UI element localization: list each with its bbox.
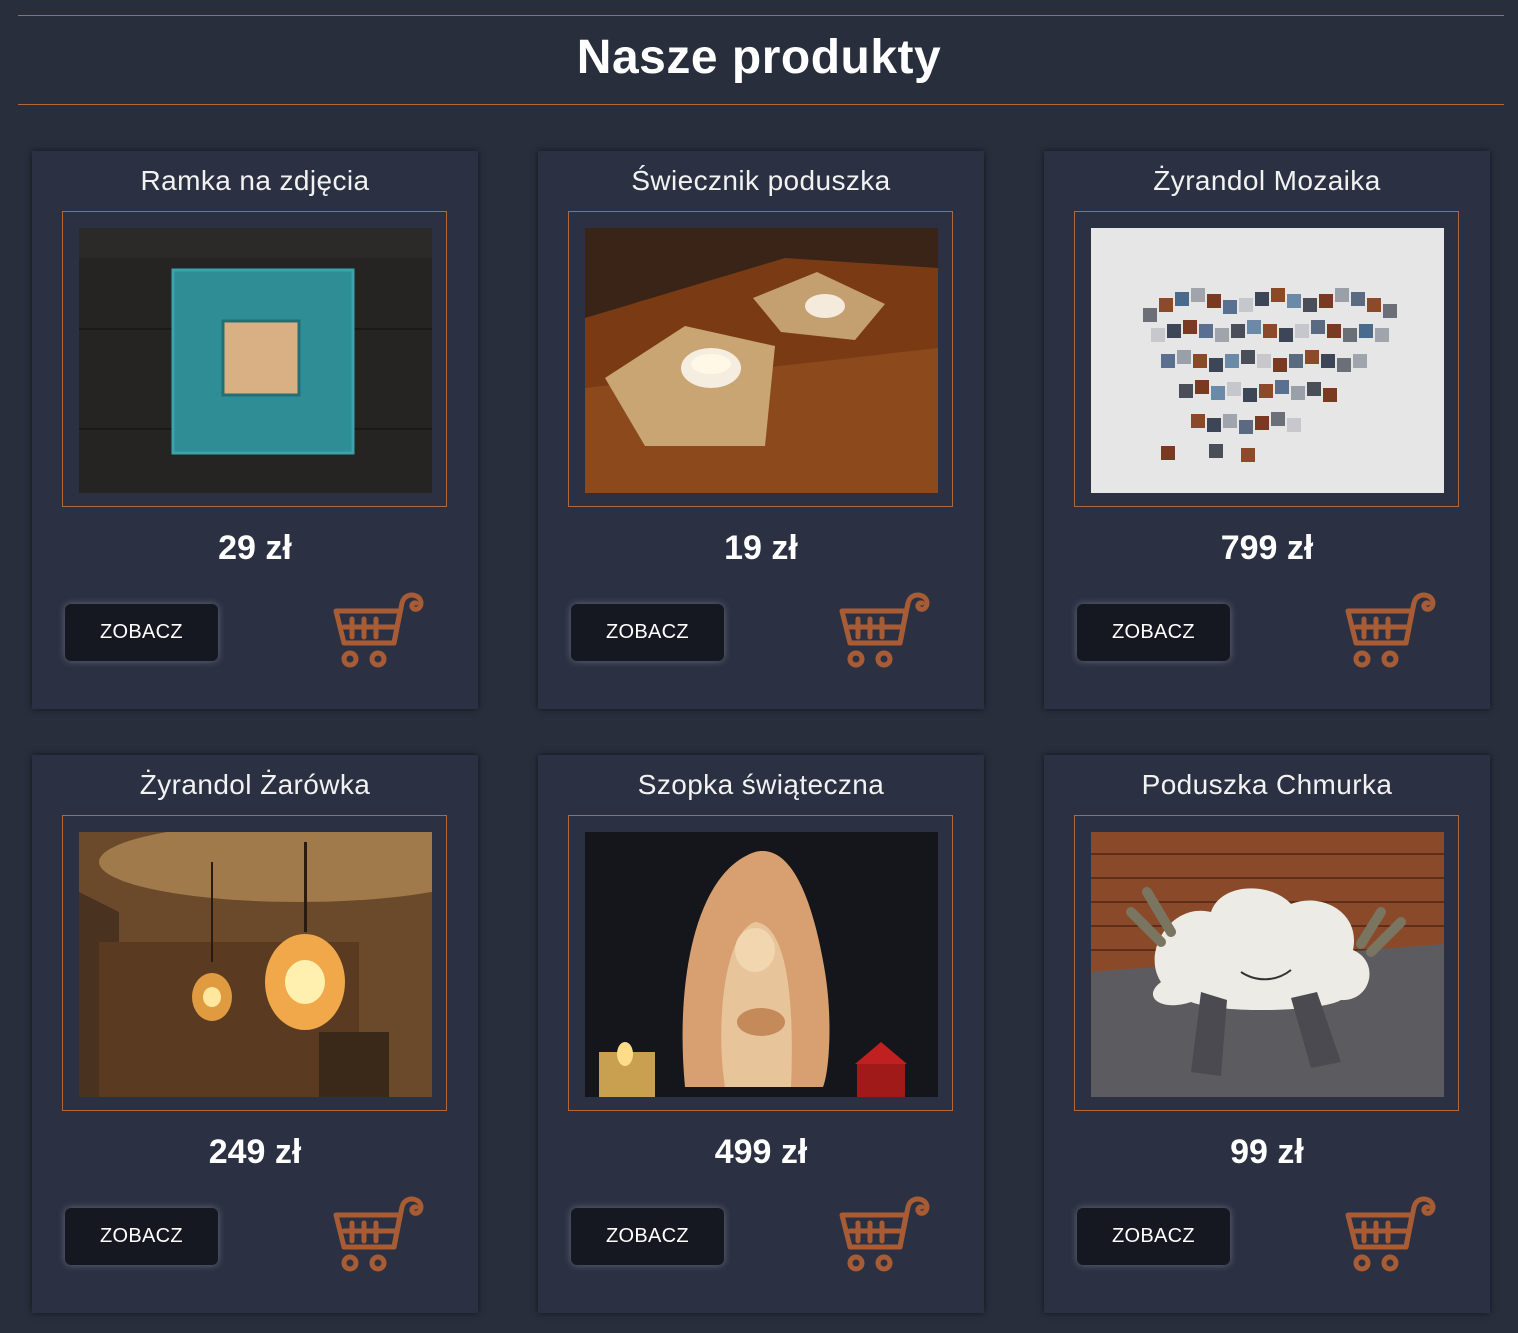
view-product-button[interactable]: ZOBACZ	[65, 604, 218, 661]
view-product-button[interactable]: ZOBACZ	[1077, 604, 1230, 661]
product-image-frame[interactable]	[62, 211, 447, 507]
product-name: Szopka świąteczna	[637, 769, 885, 800]
product-card-ramka: Ramka na zdjęcia 29 zł ZOBACZ	[32, 151, 478, 709]
product-name: Poduszka Chmurka	[1141, 769, 1393, 800]
add-to-cart-icon[interactable]	[330, 591, 428, 671]
product-image-pendant-lamps	[79, 832, 432, 1097]
shopping-cart-icon	[839, 1196, 930, 1272]
product-price: 249 zł	[208, 1133, 302, 1171]
product-image-cloud-pillow	[1091, 832, 1444, 1097]
product-name: Żyrandol Mozaika	[1153, 165, 1381, 196]
product-image-frame[interactable]	[1074, 815, 1459, 1111]
product-price: 19 zł	[724, 529, 798, 567]
view-product-button[interactable]: ZOBACZ	[1077, 1208, 1230, 1265]
product-name: Ramka na zdjęcia	[140, 165, 370, 196]
product-price: 799 zł	[1220, 529, 1314, 567]
product-card-szopka: Szopka świąteczna 499 zł ZOBACZ	[538, 755, 984, 1313]
product-card-chmurka: Poduszka Chmurka 99 zł ZOBACZ	[1044, 755, 1490, 1313]
top-divider	[18, 15, 1504, 16]
add-to-cart-icon[interactable]	[330, 1195, 428, 1275]
product-image-frame[interactable]	[62, 815, 447, 1111]
products-page: Nasze produkty Ramka na zdjęcia 29 zł ZO…	[0, 0, 1518, 1333]
add-to-cart-icon[interactable]	[836, 591, 934, 671]
product-image-frame[interactable]	[1074, 211, 1459, 507]
product-price: 99 zł	[1230, 1133, 1304, 1171]
page-title: Nasze produkty	[576, 31, 942, 84]
view-product-button[interactable]: ZOBACZ	[571, 604, 724, 661]
product-price: 499 zł	[714, 1133, 808, 1171]
product-name: Żyrandol Żarówka	[139, 769, 371, 800]
product-card-mozaika: Żyrandol Mozaika 799 zł ZOBACZ	[1044, 151, 1490, 709]
add-to-cart-icon[interactable]	[836, 1195, 934, 1275]
title-divider	[18, 104, 1504, 105]
shopping-cart-icon	[1345, 592, 1436, 668]
product-card-zarowka: Żyrandol Żarówka 249 zł ZOBACZ	[32, 755, 478, 1313]
shopping-cart-icon	[1345, 1196, 1436, 1272]
shopping-cart-icon	[333, 1196, 424, 1272]
product-image-photo-frame	[79, 228, 432, 493]
view-product-button[interactable]: ZOBACZ	[65, 1208, 218, 1265]
view-product-button[interactable]: ZOBACZ	[571, 1208, 724, 1265]
product-image-frame[interactable]	[568, 211, 953, 507]
product-image-nativity	[585, 832, 938, 1097]
add-to-cart-icon[interactable]	[1342, 1195, 1440, 1275]
product-image-candle-pillows	[585, 228, 938, 493]
add-to-cart-icon[interactable]	[1342, 591, 1440, 671]
product-name: Świecznik poduszka	[631, 165, 891, 196]
product-image-frame[interactable]	[568, 815, 953, 1111]
product-image-mosaic	[1091, 228, 1444, 493]
product-card-swiecznik: Świecznik poduszka 19 zł ZOBACZ	[538, 151, 984, 709]
shopping-cart-icon	[839, 592, 930, 668]
shopping-cart-icon	[333, 592, 424, 668]
product-price: 29 zł	[218, 529, 292, 567]
